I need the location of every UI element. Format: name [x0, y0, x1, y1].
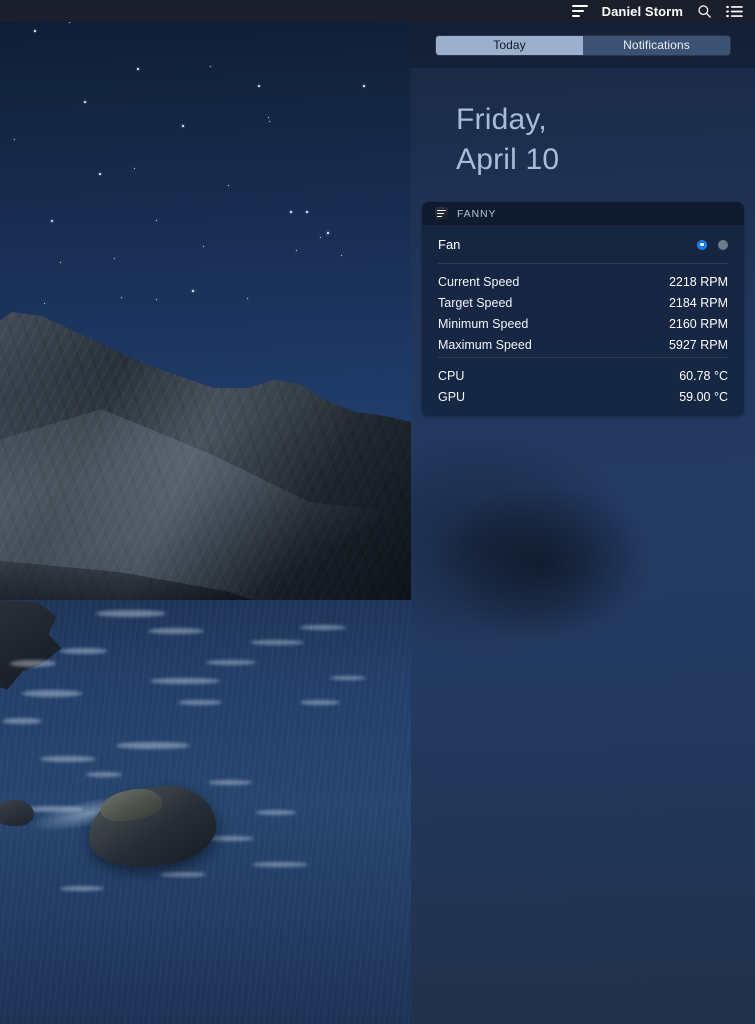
- star: [306, 211, 308, 213]
- fanny-widget[interactable]: FANNY Fan Current Speed 2218 RPM Target Sp…: [422, 202, 744, 416]
- menu-bar-user-item[interactable]: Daniel Storm: [602, 5, 683, 18]
- fan-label: Fan: [438, 237, 460, 252]
- foam-streak: [178, 700, 222, 705]
- foam-streak: [256, 810, 296, 815]
- foam-streak: [116, 742, 190, 749]
- widget-body: Fan Current Speed 2218 RPM Target Speed 218…: [422, 226, 744, 416]
- fan-speed-value: 2218 RPM: [669, 275, 728, 289]
- notification-center-header: Today Notifications: [411, 22, 755, 68]
- temperature-row: GPU 59.00 °C: [422, 386, 744, 407]
- date-weekday: Friday,: [456, 100, 559, 140]
- foam-streak: [96, 610, 166, 617]
- star: [84, 101, 86, 103]
- fan-speed-label: Minimum Speed: [438, 317, 528, 331]
- temperature-label: CPU: [438, 369, 464, 383]
- notification-center-panel: Today Notifications Friday, April 10 FAN…: [411, 0, 755, 1024]
- foam-streak: [22, 690, 82, 697]
- foam-streak: [148, 628, 204, 634]
- segmented-control[interactable]: Today Notifications: [435, 35, 731, 56]
- temperature-row: CPU 60.78 °C: [422, 365, 744, 386]
- fan-icon[interactable]: [572, 5, 588, 18]
- fan-speed-row: Maximum Speed 5927 RPM: [422, 334, 744, 355]
- star: [34, 30, 36, 32]
- star: [137, 68, 139, 70]
- foam-streak: [330, 676, 366, 680]
- pager-dot-inactive[interactable]: [718, 240, 728, 250]
- wallpaper-small-rock: [0, 800, 34, 826]
- foam-streak: [10, 660, 56, 667]
- foam-streak: [60, 886, 104, 891]
- foam-streak: [160, 872, 206, 877]
- menu-bar-fanny-item[interactable]: [572, 5, 588, 18]
- fan-speed-list: Current Speed 2218 RPM Target Speed 2184 RP…: [422, 264, 744, 357]
- notification-center-icon[interactable]: [726, 5, 743, 18]
- star: [51, 220, 53, 222]
- star: [290, 211, 292, 213]
- screen: Today Notifications Friday, April 10 FAN…: [0, 0, 755, 1024]
- star: [296, 250, 297, 251]
- foam-streak: [300, 700, 340, 705]
- tab-notifications[interactable]: Notifications: [583, 36, 730, 55]
- temperature-list: CPU 60.78 °C GPU 59.00 °C: [422, 358, 744, 407]
- star: [363, 85, 365, 87]
- widget-header: FANNY: [422, 202, 744, 226]
- menu-bar-status-items: Daniel Storm: [572, 4, 743, 19]
- foam-streak: [150, 678, 220, 684]
- notification-center-button[interactable]: [726, 5, 743, 18]
- foam-streak: [2, 718, 42, 724]
- foam-streak: [60, 648, 108, 654]
- user-name[interactable]: Daniel Storm: [602, 5, 683, 18]
- date-header: Friday, April 10: [456, 100, 559, 180]
- fan-speed-row: Minimum Speed 2160 RPM: [422, 313, 744, 334]
- foam-streak: [206, 660, 256, 665]
- fan-speed-value: 2160 RPM: [669, 317, 728, 331]
- temperature-value: 60.78 °C: [679, 369, 728, 383]
- star: [203, 246, 204, 247]
- foam-streak: [208, 780, 252, 785]
- pager-dot-active[interactable]: [697, 240, 707, 250]
- fan-speed-value: 2184 RPM: [669, 296, 728, 310]
- date-month-day: April 10: [456, 140, 559, 180]
- fan-speed-label: Target Speed: [438, 296, 512, 310]
- star: [192, 290, 194, 292]
- fan-speed-row: Target Speed 2184 RPM: [422, 292, 744, 313]
- foam-streak: [86, 772, 122, 777]
- search-icon[interactable]: [697, 4, 712, 19]
- fan-speed-value: 5927 RPM: [669, 338, 728, 352]
- star: [60, 262, 61, 263]
- menu-bar: Daniel Storm: [0, 0, 755, 22]
- fan-speed-label: Maximum Speed: [438, 338, 532, 352]
- star: [258, 85, 260, 87]
- fan-speed-row: Current Speed 2218 RPM: [422, 271, 744, 292]
- spotlight-search-button[interactable]: [697, 4, 712, 19]
- tab-today[interactable]: Today: [436, 36, 583, 55]
- temperature-value: 59.00 °C: [679, 390, 728, 404]
- fan-icon: [435, 207, 448, 220]
- widget-fan-selector-row: Fan: [422, 226, 744, 263]
- desktop-wallpaper[interactable]: [0, 0, 411, 1024]
- foam-streak: [252, 862, 308, 867]
- star: [268, 117, 269, 118]
- temperature-label: GPU: [438, 390, 465, 404]
- star: [182, 125, 184, 127]
- star: [99, 173, 101, 175]
- foam-streak: [300, 625, 346, 630]
- fan-pager[interactable]: [697, 240, 728, 250]
- foam-streak: [250, 640, 304, 645]
- fan-speed-label: Current Speed: [438, 275, 519, 289]
- star: [327, 232, 329, 234]
- widget-title: FANNY: [457, 208, 496, 220]
- foam-streak: [40, 756, 96, 762]
